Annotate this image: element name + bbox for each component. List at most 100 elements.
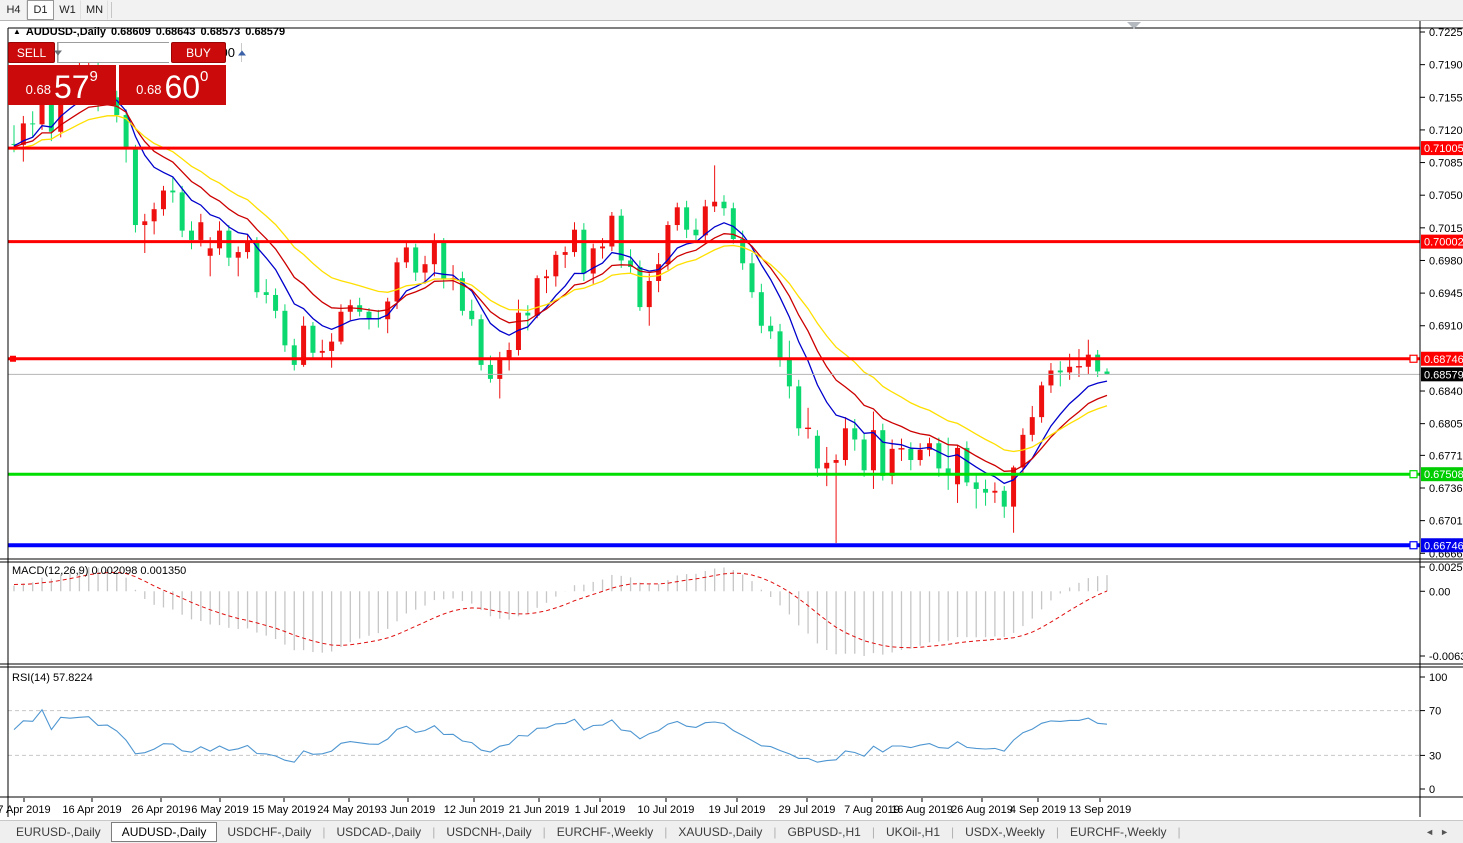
timeframe-h4-button[interactable]: H4 <box>0 0 27 20</box>
svg-text:0.67710: 0.67710 <box>1429 450 1463 462</box>
svg-text:0.70850: 0.70850 <box>1429 158 1463 170</box>
tab-separator: | <box>1177 825 1181 839</box>
line-handle[interactable] <box>10 355 16 362</box>
symbol-tab-usdx-weekly[interactable]: USDX-,Weekly <box>955 823 1055 841</box>
date-label: 15 May 2019 <box>252 804 316 816</box>
rsi-pane <box>8 708 1420 763</box>
symbol-ohlc-line: ▲ AUDUSD-,Daily 0.68609 0.68643 0.68573 … <box>13 26 285 38</box>
date-label: 19 Jul 2019 <box>709 804 766 816</box>
one-click-trading-panel: SELL BUY 0.68579 0.68600 <box>8 42 246 105</box>
svg-text:100: 100 <box>1429 672 1447 684</box>
symbol-tab-eurchf-weekly[interactable]: EURCHF-,Weekly <box>547 823 663 841</box>
sell-price-button[interactable]: 0.68 57 9 <box>8 65 116 105</box>
symbol-tab-eurusd-daily[interactable]: EURUSD-,Daily <box>6 823 111 841</box>
symbol-tab-usdcnh-daily[interactable]: USDCNH-,Daily <box>436 823 541 841</box>
lot-size-control <box>54 42 246 63</box>
svg-text:-0.006326: -0.006326 <box>1429 651 1463 663</box>
buy-price-big: 60 <box>164 69 201 105</box>
tab-scroll-arrows[interactable]: ◄► <box>1425 827 1455 837</box>
symbol-tab-xauusd-daily[interactable]: XAUUSD-,Daily <box>668 823 772 841</box>
svg-text:0.68579: 0.68579 <box>1424 369 1463 381</box>
date-label: 21 Jun 2019 <box>509 804 570 816</box>
macd-pane <box>13 567 1108 656</box>
svg-text:0.68400: 0.68400 <box>1429 386 1463 398</box>
date-label: 13 Sep 2019 <box>1069 804 1131 816</box>
timeframe-mn-button[interactable]: MN <box>81 0 108 20</box>
svg-text:0.67010: 0.67010 <box>1429 516 1463 528</box>
macd-indicator-label: MACD(12,26,9) 0.002098 0.001350 <box>12 565 186 577</box>
buy-price-pip: 0 <box>200 68 209 85</box>
svg-text:0.69100: 0.69100 <box>1429 321 1463 333</box>
date-label: 6 May 2019 <box>191 804 248 816</box>
date-label: 16 Aug 2019 <box>891 804 953 816</box>
timeframe-d1-button[interactable]: D1 <box>27 0 54 20</box>
svg-text:0.00: 0.00 <box>1429 586 1450 598</box>
svg-text:0.72250: 0.72250 <box>1429 27 1463 39</box>
sell-price-pip: 9 <box>89 68 98 85</box>
svg-text:0.67508: 0.67508 <box>1424 469 1463 481</box>
open-value: 0.68609 <box>111 26 151 38</box>
svg-text:0.67360: 0.67360 <box>1429 483 1463 495</box>
high-value: 0.68643 <box>155 26 196 38</box>
close-value: 0.68579 <box>245 26 286 38</box>
svg-text:0.71900: 0.71900 <box>1429 60 1463 72</box>
lot-decrease-button[interactable] <box>54 43 62 62</box>
rsi-indicator-label: RSI(14) 57.8224 <box>12 672 93 684</box>
mt4-window: 0.72250 0.71900 0.71550 0.71200 0.70850 0.705… <box>0 0 1463 843</box>
date-label: 26 Aug 2019 <box>951 804 1013 816</box>
svg-text:0.71200: 0.71200 <box>1429 125 1463 137</box>
horizontal-lines <box>8 146 1420 550</box>
buy-price-button[interactable]: 0.68 60 0 <box>118 65 226 105</box>
svg-text:30: 30 <box>1429 750 1441 762</box>
line-handle[interactable] <box>1409 354 1418 363</box>
buy-button[interactable]: BUY <box>171 42 226 63</box>
chart-tab-bar: EURUSD-,Daily AUDUSD-,Daily USDCHF-,Daily |… <box>0 820 1463 843</box>
symbol-tab-usdchf-daily[interactable]: USDCHF-,Daily <box>217 823 321 841</box>
symbol-tab-usdcad-daily[interactable]: USDCAD-,Daily <box>327 823 432 841</box>
sell-price-big: 57 <box>53 69 90 105</box>
low-value: 0.68573 <box>200 26 241 38</box>
sell-price-prefix: 0.68 <box>25 82 51 97</box>
macd-values: 0.002098 0.001350 <box>91 565 187 577</box>
date-label: 12 Jun 2019 <box>444 804 505 816</box>
svg-text:0.70002: 0.70002 <box>1424 237 1463 249</box>
moving-averages <box>13 94 1108 485</box>
symbol-tab-eurchf-weekly[interactable]: EURCHF-,Weekly <box>1060 823 1176 841</box>
date-label: 16 Apr 2019 <box>62 804 121 816</box>
date-axis: 7 Apr 2019 16 Apr 2019 26 Apr 2019 6 May 20… <box>0 798 1131 816</box>
svg-text:0.69450: 0.69450 <box>1429 288 1463 300</box>
svg-text:0.71005: 0.71005 <box>1424 143 1463 155</box>
date-label: 24 May 2019 <box>317 804 381 816</box>
chart-canvas[interactable]: 0.72250 0.71900 0.71550 0.71200 0.70850 0.705… <box>0 0 1463 843</box>
lot-increase-button[interactable] <box>238 43 246 62</box>
triangle-up-icon <box>238 50 246 55</box>
date-label: 7 Apr 2019 <box>0 804 51 816</box>
rsi-value: 57.8224 <box>52 672 93 684</box>
symbol-tab-gbpusd-h1[interactable]: GBPUSD-,H1 <box>778 823 871 841</box>
date-label: 4 Sep 2019 <box>1010 804 1066 816</box>
svg-text:70: 70 <box>1429 706 1441 718</box>
collapse-panel-icon[interactable]: ▲ <box>13 27 21 39</box>
symbol-name: AUDUSD-,Daily <box>25 26 106 38</box>
svg-text:0.71550: 0.71550 <box>1429 92 1463 104</box>
symbol-tab-audusd-daily[interactable]: AUDUSD-,Daily <box>110 822 218 842</box>
line-handle[interactable] <box>1409 541 1418 550</box>
price-scale: 0.72250 0.71900 0.71550 0.71200 0.70850 0.705… <box>1421 27 1463 796</box>
symbol-tab-ukoil-h1[interactable]: UKOil-,H1 <box>876 823 950 841</box>
svg-text:0: 0 <box>1429 784 1435 796</box>
date-label: 26 Apr 2019 <box>131 804 190 816</box>
date-label: 1 Jul 2019 <box>575 804 626 816</box>
svg-text:0.70500: 0.70500 <box>1429 190 1463 202</box>
timeframe-w1-button[interactable]: W1 <box>54 0 81 20</box>
date-label: 29 Jul 2019 <box>779 804 836 816</box>
timeframe-toolbar: H4 D1 W1 MN <box>0 0 1463 21</box>
line-handle[interactable] <box>1409 470 1418 479</box>
triangle-down-icon <box>54 50 62 55</box>
sell-button[interactable]: SELL <box>8 42 55 63</box>
svg-text:0.68746: 0.68746 <box>1424 354 1463 366</box>
candlesticks <box>11 49 1110 544</box>
svg-text:0.68050: 0.68050 <box>1429 419 1463 431</box>
svg-text:0.70150: 0.70150 <box>1429 223 1463 235</box>
svg-text:0.69800: 0.69800 <box>1429 255 1463 267</box>
date-label: 3 Jun 2019 <box>381 804 435 816</box>
